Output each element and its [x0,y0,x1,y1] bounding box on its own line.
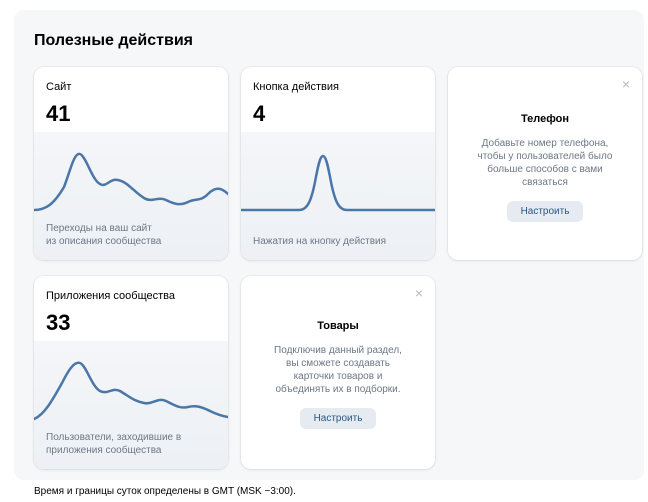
close-icon[interactable]: × [622,77,630,91]
stat-description: Нажатия на кнопку действия [253,236,387,247]
stat-label: Приложения сообщества [46,290,175,302]
promo-text: Подключив данный раздел, вы сможете созд… [274,345,402,395]
stat-description: Переходы на ваш сайт из описания сообщес… [46,223,162,247]
stat-description: Пользователи, заходившие в приложения со… [46,432,182,456]
promo-title: Товары [317,320,359,332]
promo-card-goods: × Товары Подключив данный раздел, вы смо… [241,276,435,469]
stat-value: 33 [46,310,71,335]
close-icon[interactable]: × [415,286,423,300]
promo-card-phone: × Телефон Добавьте номер телефона, чтобы… [448,67,642,260]
sparkline-line [34,361,228,421]
promo-title: Телефон [520,113,570,125]
stat-label: Кнопка действия [253,81,339,93]
section-title: Полезные действия [34,32,193,49]
stat-card-site[interactable]: Сайт 41 Переходы на ваш сайт из описания… [34,67,228,260]
stat-card-community-apps[interactable]: Приложения сообщества 33 Пользователи, з… [34,276,228,469]
configure-goods-button[interactable]: Настроить [299,408,377,429]
stat-value: 41 [46,101,71,126]
stat-value: 4 [253,101,266,126]
stat-label: Сайт [46,81,72,93]
sparkline-line [34,152,228,212]
timezone-note: Время и границы суток определены в GMT (… [34,486,296,497]
configure-phone-button[interactable]: Настроить [506,201,584,222]
stat-card-action-button[interactable]: Кнопка действия 4 Нажатия на кнопку дейс… [241,67,435,260]
promo-text: Добавьте номер телефона, чтобы у пользов… [477,138,613,188]
sparkline-line [241,154,435,212]
